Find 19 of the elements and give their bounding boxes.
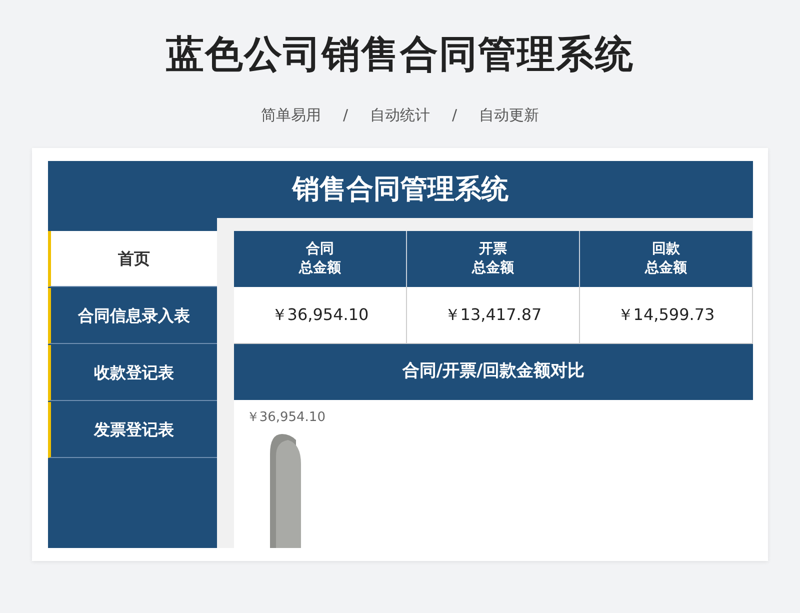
- stat-value: ￥13,417.87: [407, 287, 580, 344]
- subtitle-text: 自动统计: [370, 104, 430, 126]
- stat-header: 开票 总金额: [407, 231, 580, 288]
- stat-value: ￥36,954.10: [234, 287, 407, 344]
- separator: /: [342, 104, 348, 126]
- sidebar-item[interactable]: 收款登记表: [48, 345, 217, 402]
- chart-title: 合同/开票/回款金额对比: [234, 344, 753, 400]
- subtitle-text: 简单易用: [260, 104, 321, 126]
- bar-label: ￥36,954.10: [246, 409, 326, 428]
- stat-header: 合同 总金额: [234, 231, 407, 288]
- stat-value: ￥14,599.73: [580, 287, 753, 344]
- separator: /: [452, 104, 458, 126]
- sidebar-item[interactable]: 发票登记表: [48, 402, 217, 458]
- page-title: 蓝色公司销售合同管理系统: [165, 31, 635, 78]
- stat-header: 回款 总金额: [580, 231, 753, 288]
- subtitle-text: 自动更新: [479, 104, 540, 126]
- sidebar-item[interactable]: 首页: [48, 231, 217, 288]
- app-title: 销售合同管理系统: [290, 173, 510, 208]
- sidebar-item[interactable]: 合同信息录入表: [48, 288, 217, 344]
